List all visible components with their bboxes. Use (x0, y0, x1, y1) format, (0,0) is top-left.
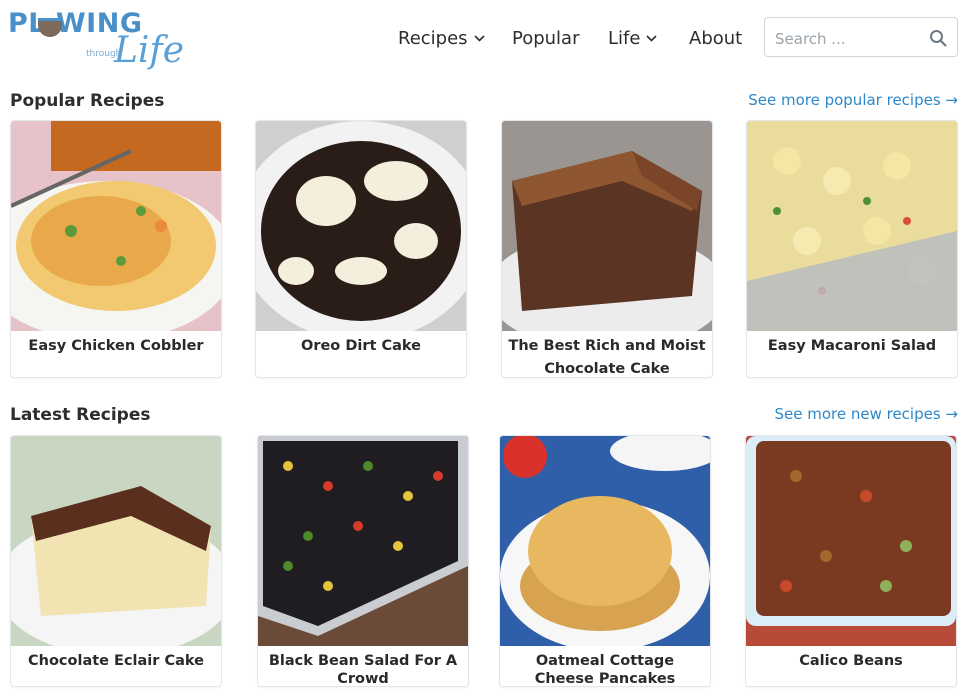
recipe-card-popular-2[interactable]: Oreo Dirt Cake (255, 120, 467, 378)
recipe-title[interactable]: Calico Beans (752, 652, 950, 670)
recipe-photo[interactable] (256, 121, 466, 331)
recipe-photo[interactable] (747, 121, 957, 331)
nav-popular[interactable]: Popular (512, 28, 580, 49)
site-header: PL WING through Life Recipes Popular Lif… (0, 0, 960, 80)
latest-section-title: Latest Recipes (10, 405, 151, 425)
recipe-card-latest-2[interactable]: Black Bean Salad For A Crowd (257, 435, 469, 687)
search-icon[interactable] (929, 29, 947, 47)
recipe-title[interactable]: Easy Macaroni Salad (753, 335, 951, 358)
recipe-title[interactable]: Oreo Dirt Cake (262, 335, 460, 358)
site-logo[interactable]: PL WING through Life (8, 6, 184, 76)
recipe-photo[interactable] (11, 121, 221, 331)
recipe-title[interactable]: Oatmeal Cottage Cheese Pancakes (506, 652, 704, 686)
recipe-card-popular-1[interactable]: Easy Chicken Cobbler (10, 120, 222, 378)
see-more-latest-link[interactable]: See more new recipes → (774, 405, 958, 423)
nav-life-label: Life (608, 28, 641, 49)
nav-about-label: About (689, 28, 743, 49)
search-input[interactable] (773, 27, 927, 51)
recipe-card-latest-3[interactable]: Oatmeal Cottage Cheese Pancakes (499, 435, 711, 687)
recipe-card-latest-4[interactable]: Calico Beans (745, 435, 957, 687)
recipe-title[interactable]: Easy Chicken Cobbler (17, 335, 215, 358)
recipe-card-latest-1[interactable]: Chocolate Eclair Cake (10, 435, 222, 687)
nav-life[interactable]: Life (608, 28, 658, 49)
see-more-popular-link[interactable]: See more popular recipes → (748, 91, 958, 109)
nav-about[interactable]: About (689, 28, 742, 49)
search-box (764, 17, 958, 57)
recipe-title[interactable]: Chocolate Eclair Cake (17, 652, 215, 670)
recipe-card-popular-3[interactable]: The Best Rich and Moist Chocolate Cake (501, 120, 713, 378)
recipe-photo[interactable] (746, 436, 956, 646)
nav-recipes[interactable]: Recipes (398, 28, 485, 49)
nav-popular-label: Popular (512, 28, 580, 49)
logo-script-text: Life (114, 30, 185, 71)
recipe-card-popular-4[interactable]: Easy Macaroni Salad (746, 120, 958, 378)
popular-section-title: Popular Recipes (10, 91, 165, 111)
recipe-photo[interactable] (258, 436, 468, 646)
chevron-down-icon (473, 35, 485, 42)
recipe-photo[interactable] (11, 436, 221, 646)
chevron-down-icon (646, 35, 658, 42)
nav-recipes-label: Recipes (398, 28, 468, 49)
recipe-photo[interactable] (502, 121, 712, 331)
recipe-title[interactable]: The Best Rich and Moist Chocolate Cake (508, 335, 706, 377)
recipe-title[interactable]: Black Bean Salad For A Crowd (264, 652, 462, 686)
recipe-photo[interactable] (500, 436, 710, 646)
